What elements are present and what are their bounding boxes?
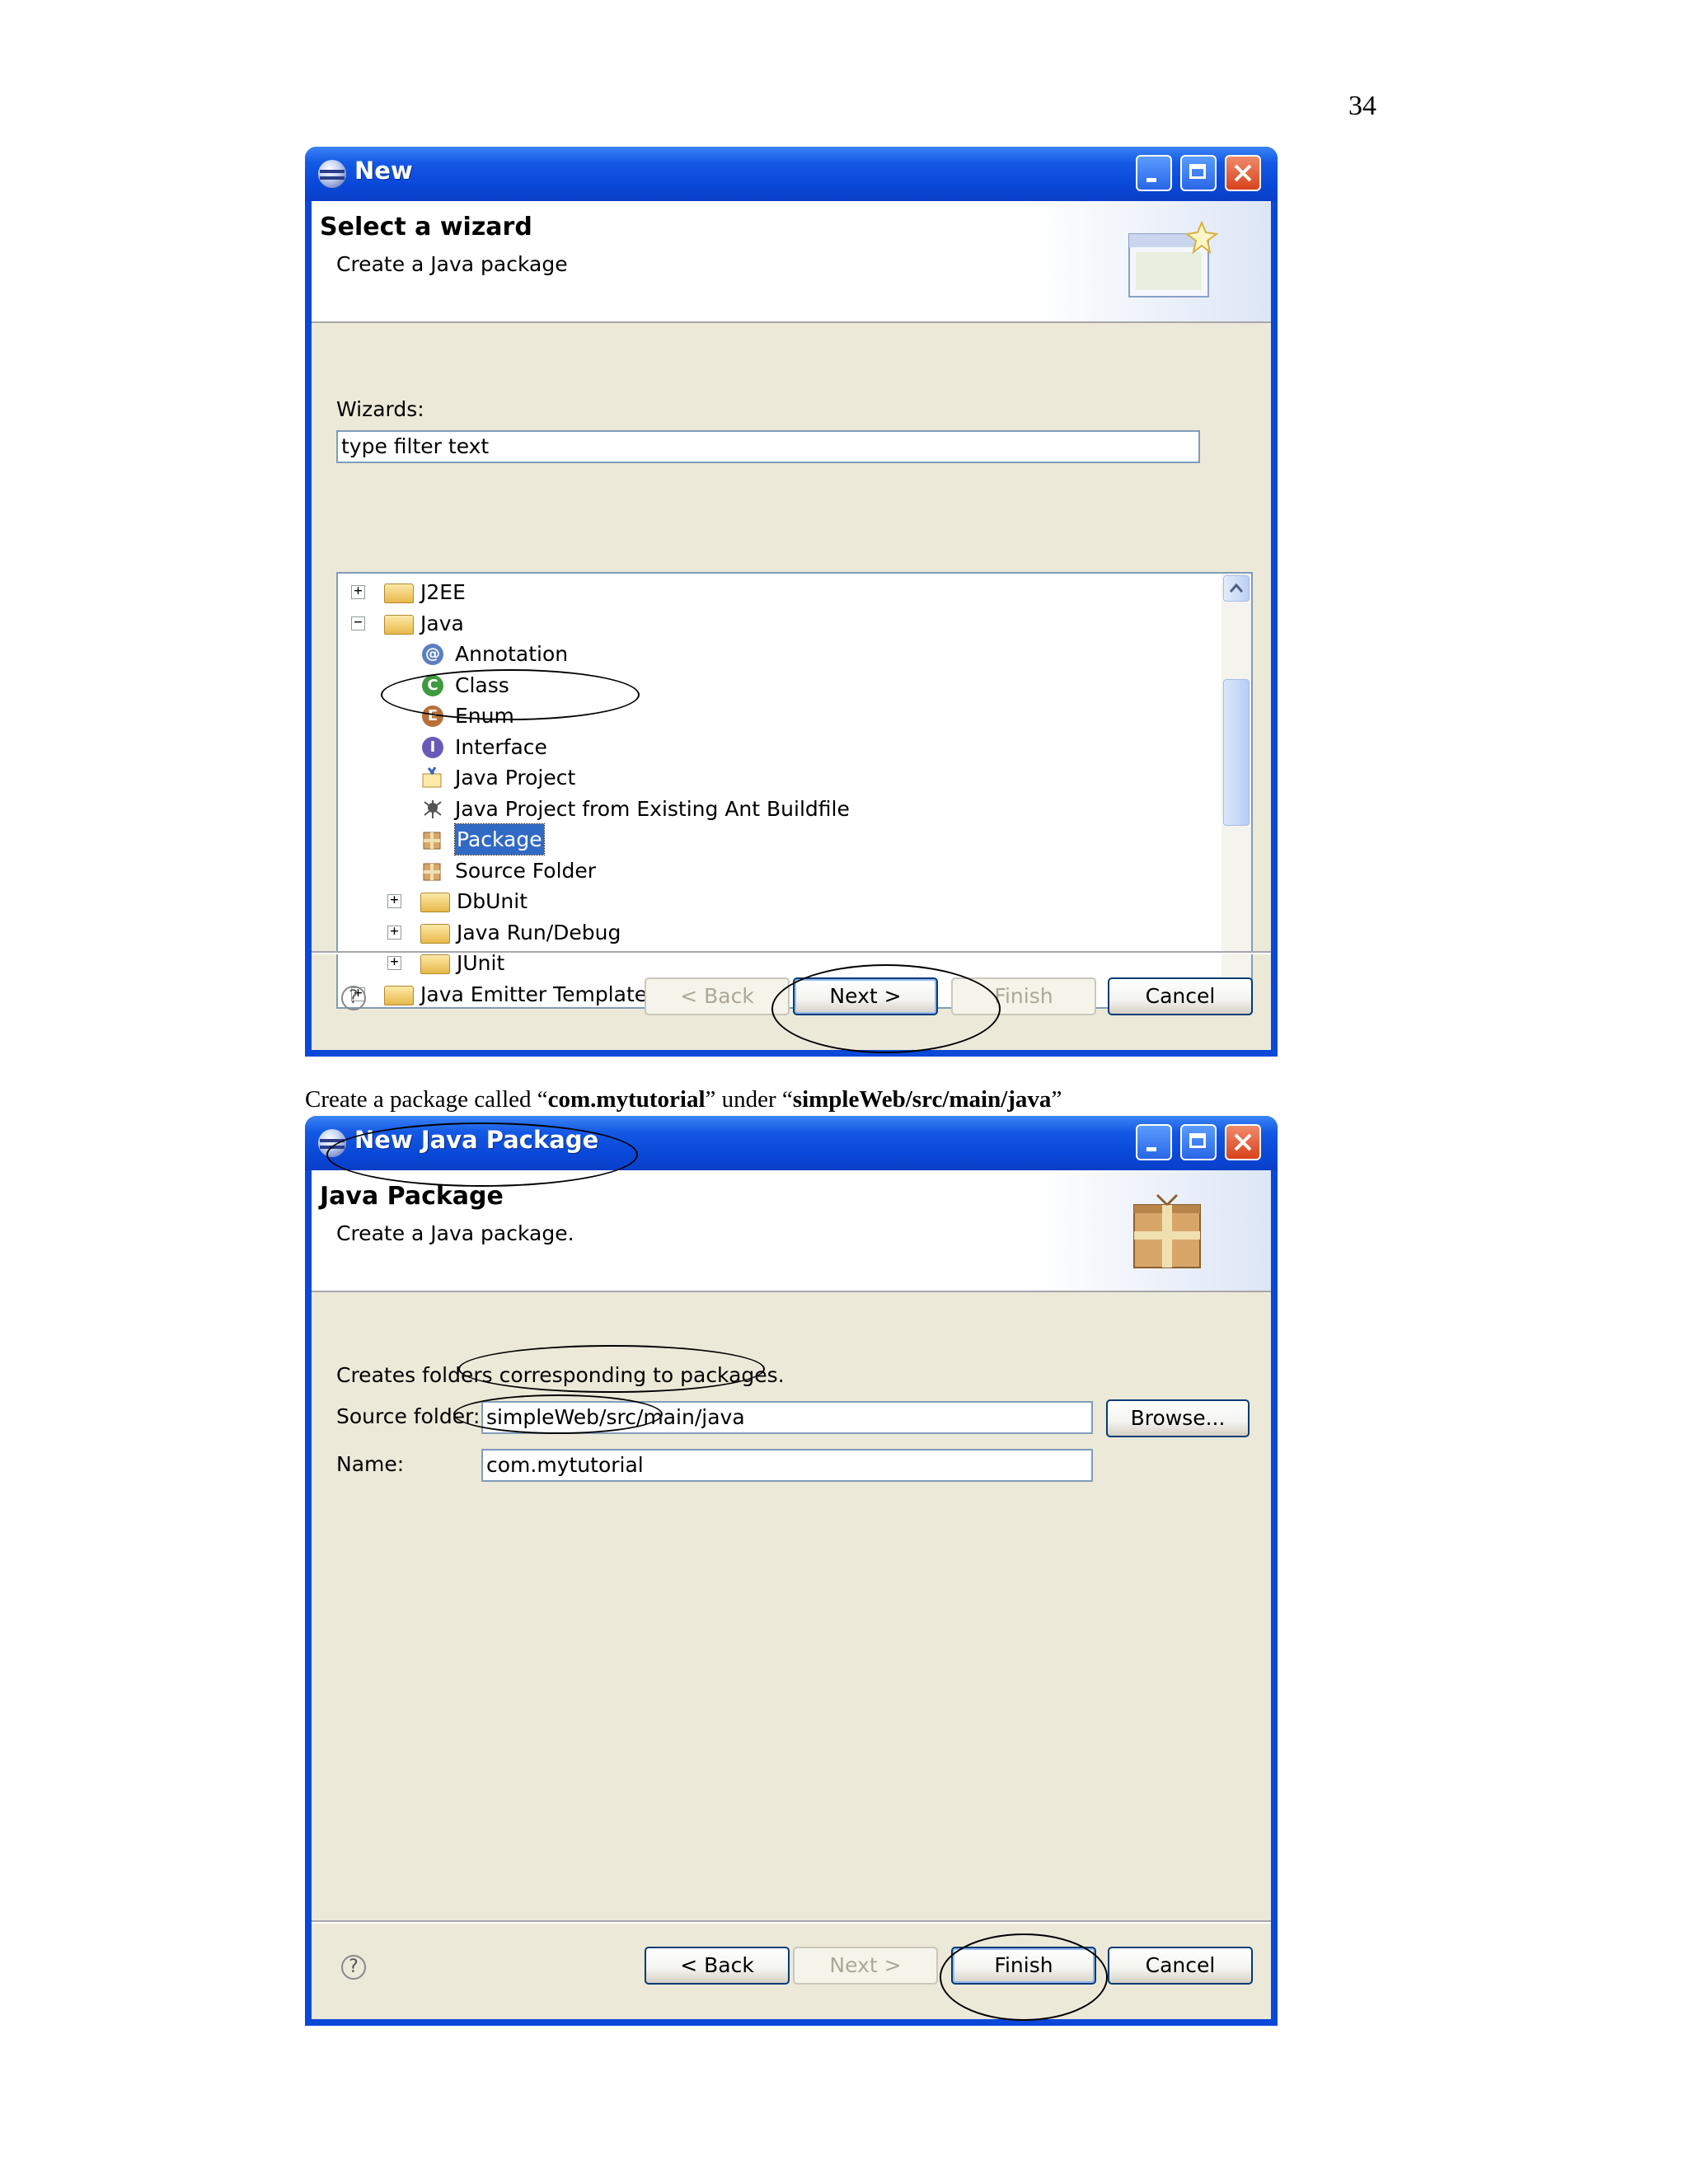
tree-item[interactable]: + DbUnit [338, 886, 1212, 916]
tree-item[interactable]: + Java Run/Debug [338, 917, 1212, 948]
class-icon: C [422, 674, 443, 696]
finish-button[interactable]: Finish [951, 1947, 1096, 1985]
help-icon[interactable]: ? [341, 1955, 366, 1980]
window-title: New [354, 157, 413, 185]
eclipse-icon [318, 160, 346, 188]
package-banner-icon [1133, 1193, 1201, 1268]
source-folder-label: Source folder: [336, 1404, 481, 1428]
wizard-banner-icon [1128, 220, 1218, 298]
info-text: Creates folders corresponding to package… [336, 1363, 785, 1387]
filter-input[interactable]: type filter text [336, 430, 1200, 463]
button-bar: ? < Back Next > Finish Cancel [312, 953, 1271, 1047]
next-button[interactable]: Next > [793, 977, 938, 1015]
dialog-client: Select a wizard Create a Java package Wi… [312, 201, 1271, 1050]
wizard-tree[interactable]: + J2EE − Java @ Annotation C Class E Enum I Interfa… [336, 572, 1253, 1009]
java-project-icon [422, 766, 442, 788]
instruction-caption: Create a package called “com.mytutorial”… [305, 1086, 1062, 1113]
eclipse-icon [318, 1129, 346, 1157]
folder-icon [420, 923, 450, 944]
tree-item-label: Source Folder [455, 858, 597, 883]
expand-icon[interactable]: + [387, 893, 401, 908]
tree-scrollbar[interactable] [1221, 574, 1251, 1007]
tree-item-label: Annotation [455, 642, 569, 666]
ant-icon [424, 799, 442, 818]
new-java-package-dialog: New Java Package Java Package Create a J… [305, 1116, 1278, 2026]
source-folder-icon [423, 863, 441, 880]
scroll-thumb[interactable] [1223, 679, 1250, 826]
caption-package-name: com.mytutorial [547, 1086, 706, 1113]
caption-source-folder: simpleWeb/src/main/java [792, 1086, 1052, 1113]
tree-item[interactable]: Java Project [338, 762, 1212, 793]
interface-icon: I [422, 736, 443, 758]
close-icon [1234, 164, 1252, 182]
tree-item[interactable]: − Java [338, 608, 1212, 639]
tree-item-label: J2EE [420, 580, 466, 604]
tree-item-label: Java [420, 611, 464, 635]
folder-icon [384, 583, 414, 603]
tree-item[interactable]: @ Annotation [338, 639, 1212, 669]
page-number: 34 [1348, 91, 1376, 121]
wizards-label: Wizards: [336, 397, 424, 421]
tree-item[interactable]: Package [338, 823, 1212, 855]
finish-button[interactable]: Finish [951, 977, 1096, 1015]
source-folder-input[interactable]: simpleWeb/src/main/java [481, 1401, 1093, 1434]
maximize-button[interactable] [1180, 155, 1217, 191]
tree-item-label: Java Run/Debug [457, 920, 621, 944]
maximize-button[interactable] [1180, 1124, 1217, 1160]
folder-icon [384, 614, 414, 635]
package-icon [423, 832, 441, 850]
back-button[interactable]: < Back [645, 977, 790, 1015]
button-bar: ? < Back Next > Finish Cancel [312, 1922, 1271, 2016]
title-bar[interactable]: New Java Package [305, 1116, 1278, 1170]
close-icon [1234, 1133, 1252, 1151]
tree-item-label: Java Project from Existing Ant Buildfile [455, 796, 850, 821]
enum-icon: E [422, 705, 443, 727]
tree-item-label: Interface [455, 734, 547, 759]
collapse-icon[interactable]: − [351, 615, 365, 630]
folder-icon [420, 893, 450, 912]
expand-icon[interactable]: + [387, 924, 401, 940]
expand-icon[interactable]: + [351, 584, 365, 599]
minimize-button[interactable] [1136, 1124, 1172, 1160]
window-title: New Java Package [354, 1126, 599, 1154]
banner-description: Create a Java package. [336, 1221, 574, 1245]
caption-text: ” [1051, 1086, 1062, 1113]
tree-item[interactable]: C Class [338, 670, 1212, 701]
close-button[interactable] [1225, 1124, 1261, 1160]
banner-description: Create a Java package [336, 252, 568, 276]
wizard-banner: Java Package Create a Java package. [312, 1170, 1271, 1292]
browse-button[interactable]: Browse... [1106, 1399, 1250, 1437]
tree-item-label: DbUnit [457, 889, 528, 913]
caption-text: ” under “ [705, 1086, 793, 1113]
tree-item-label: Package [454, 823, 545, 855]
annotation-icon: @ [422, 644, 443, 665]
back-button[interactable]: < Back [645, 1947, 790, 1985]
name-label: Name: [336, 1452, 405, 1476]
wizard-banner: Select a wizard Create a Java package [312, 201, 1271, 323]
new-wizard-dialog: New Select a wizard Create a Java packag… [305, 147, 1278, 1057]
cancel-button[interactable]: Cancel [1108, 1947, 1253, 1985]
title-bar[interactable]: New [305, 147, 1278, 201]
tree-item[interactable]: E Enum [338, 701, 1212, 731]
scroll-up-button[interactable] [1223, 575, 1250, 602]
help-icon[interactable]: ? [341, 986, 366, 1010]
next-button[interactable]: Next > [793, 1947, 938, 1985]
tree-item-label: Enum [455, 704, 514, 728]
minimize-button[interactable] [1136, 155, 1172, 191]
tree-item[interactable]: + J2EE [338, 577, 1212, 607]
tree-item[interactable]: Source Folder [338, 855, 1212, 886]
banner-title: Java Package [320, 1182, 504, 1211]
dialog-client: Java Package Create a Java package. Crea… [312, 1170, 1271, 2019]
banner-title: Select a wizard [320, 213, 532, 241]
close-button[interactable] [1225, 155, 1261, 191]
tree-item[interactable]: I Interface [338, 732, 1212, 762]
name-input[interactable]: com.mytutorial [481, 1449, 1093, 1482]
chevron-up-icon [1229, 583, 1244, 593]
caption-text: Create a package called “ [305, 1086, 548, 1113]
tree-item[interactable]: Java Project from Existing Ant Buildfile [338, 794, 1212, 824]
tree-item-label: Java Project [455, 766, 576, 790]
tree-item-label: Class [455, 673, 509, 697]
cancel-button[interactable]: Cancel [1108, 977, 1253, 1015]
